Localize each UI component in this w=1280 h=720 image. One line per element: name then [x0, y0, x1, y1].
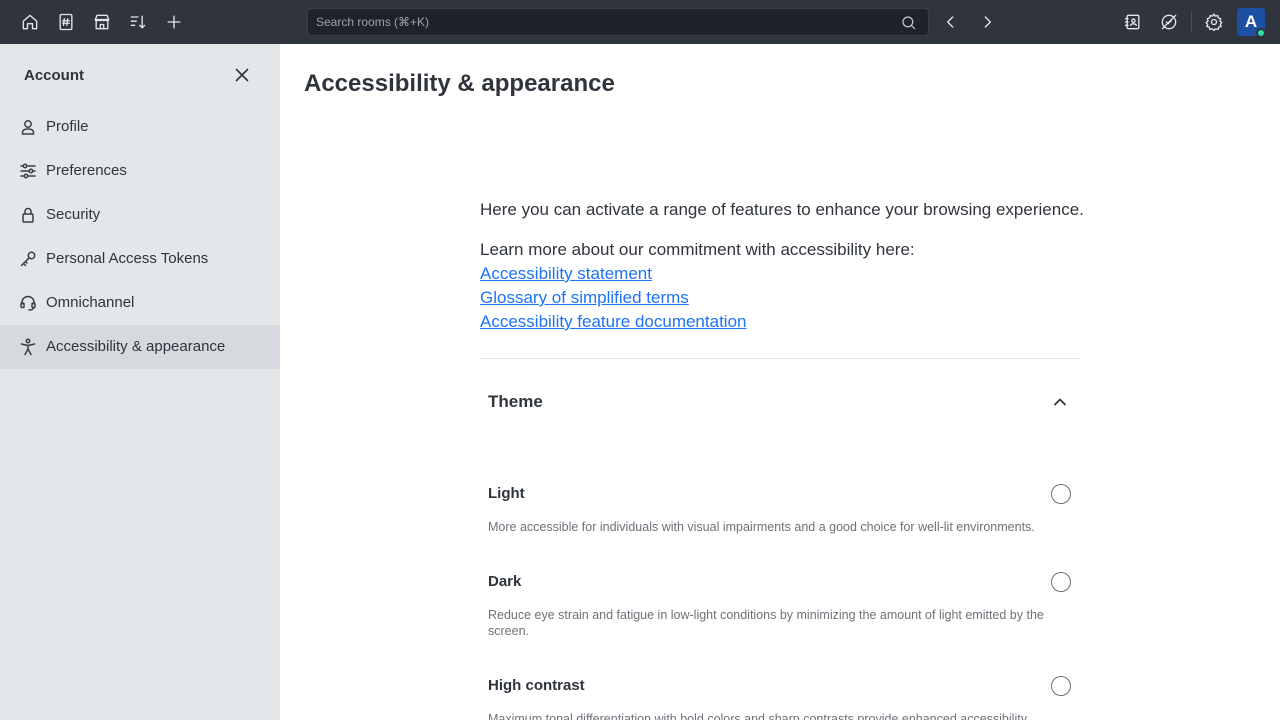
search-icon[interactable]	[900, 14, 918, 32]
sidebar-item-personal-access-tokens[interactable]: Personal Access Tokens	[0, 237, 280, 281]
sidebar-item-omnichannel[interactable]: Omnichannel	[0, 281, 280, 325]
sidebar-item-accessibility-appearance[interactable]: Accessibility & appearance	[0, 325, 280, 369]
page-title: Accessibility & appearance	[304, 70, 615, 97]
sidebar-item-label: Personal Access Tokens	[46, 250, 209, 267]
sort-icon[interactable]	[126, 10, 150, 34]
key-icon	[18, 249, 38, 269]
contact-icon[interactable]	[1121, 10, 1145, 34]
theme-light-radio[interactable]	[1051, 484, 1071, 504]
theme-option-light-description: More accessible for individuals with vis…	[488, 520, 1035, 534]
main-content: Accessibility & appearance Here you can …	[280, 44, 1280, 720]
glossary-link[interactable]: Glossary of simplified terms	[480, 288, 689, 308]
accessibility-icon	[18, 337, 38, 357]
back-chevron-icon[interactable]	[939, 10, 963, 34]
sidebar-item-label: Security	[46, 206, 101, 223]
sidebar-item-label: Profile	[46, 118, 89, 135]
sidebar-item-preferences[interactable]: Preferences	[0, 149, 280, 193]
avatar-letter: A	[1244, 12, 1258, 31]
directory-icon[interactable]	[54, 10, 78, 34]
sidebar-item-profile[interactable]: Profile	[0, 105, 280, 149]
theme-option-high-contrast-description: Maximum tonal differentiation with bold …	[488, 712, 1030, 720]
search-bar[interactable]	[307, 8, 929, 36]
section-divider	[480, 358, 1080, 359]
accessibility-statement-link[interactable]: Accessibility statement	[480, 264, 652, 284]
close-icon[interactable]	[232, 65, 252, 85]
theme-section-title[interactable]: Theme	[488, 392, 543, 412]
theme-option-light-label: Light	[488, 485, 525, 502]
create-new-icon[interactable]	[162, 10, 186, 34]
top-bar: A	[0, 0, 1280, 44]
omnichannel-off-icon[interactable]	[1157, 10, 1181, 34]
marketplace-icon[interactable]	[90, 10, 114, 34]
theme-high-contrast-radio[interactable]	[1051, 676, 1071, 696]
sliders-icon	[18, 161, 38, 181]
lock-icon	[18, 205, 38, 225]
intro-text: Here you can activate a range of feature…	[480, 200, 1084, 219]
learn-more-text: Learn more about our commitment with acc…	[480, 240, 915, 259]
search-input[interactable]	[316, 9, 896, 35]
topbar-divider	[1191, 12, 1192, 32]
feature-documentation-link[interactable]: Accessibility feature documentation	[480, 312, 746, 332]
online-status-badge	[1256, 28, 1266, 38]
sidebar-item-label: Omnichannel	[46, 294, 135, 311]
theme-option-high-contrast-label: High contrast	[488, 677, 585, 694]
theme-dark-radio[interactable]	[1051, 572, 1071, 592]
account-sidebar: Account Profile Preferences Security Per…	[0, 44, 280, 720]
sidebar-item-label: Accessibility & appearance	[46, 338, 226, 355]
sidebar-title: Account	[24, 67, 84, 84]
sidebar-item-security[interactable]: Security	[0, 193, 280, 237]
theme-option-dark-label: Dark	[488, 573, 522, 590]
headset-icon	[18, 293, 38, 313]
chevron-up-icon[interactable]	[1050, 392, 1070, 412]
theme-option-dark-description: Reduce eye strain and fatigue in low-lig…	[488, 608, 1044, 638]
administration-gear-icon[interactable]	[1202, 10, 1226, 34]
home-icon[interactable]	[18, 10, 42, 34]
forward-chevron-icon[interactable]	[975, 10, 999, 34]
user-icon	[18, 117, 38, 137]
sidebar-item-label: Preferences	[46, 162, 127, 179]
